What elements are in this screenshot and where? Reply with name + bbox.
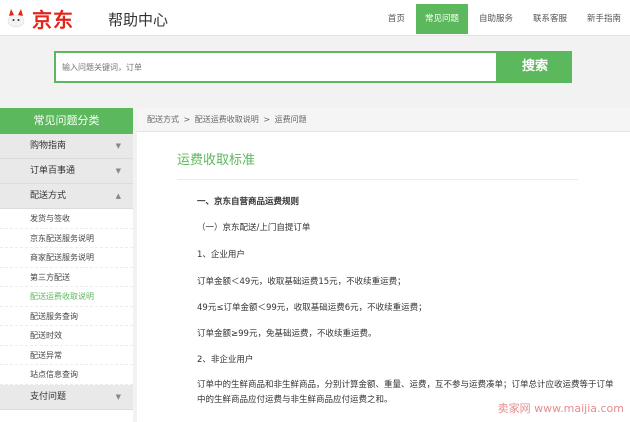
sidebar-item-delivery[interactable]: 配送方式 ▲ (0, 184, 133, 209)
article-paragraph: 49元≤订单金额＜99元，收取基础运费6元，不收续重运费； (197, 303, 427, 313)
sidebar-subitem-timing[interactable]: 配送时效 (0, 326, 133, 346)
nav-home[interactable]: 首页 (379, 4, 414, 34)
breadcrumb: 配送方式 > 配送运费收取说明 > 运费问题 (137, 108, 630, 132)
sidebar-subitem-service-query[interactable]: 配送服务查询 (0, 306, 133, 326)
search-input[interactable] (56, 53, 496, 81)
article-paragraph: 订单金额≥99元，免基础运费，不收续重运费。 (197, 329, 377, 339)
sidebar-subitem-exception[interactable]: 配送异常 (0, 345, 133, 365)
sidebar-subitem-third-party[interactable]: 第三方配送 (0, 267, 133, 287)
sidebar-item-label: 购物指南 (30, 141, 67, 151)
nav-guide[interactable]: 新手指南 (578, 4, 630, 34)
sidebar-item-payment[interactable]: 支付问题 ▼ (0, 384, 133, 410)
article-paragraph: 一、京东自营商品运费规则 (197, 197, 300, 207)
header: 京东 帮助中心 首页 常见问题 自助服务 联系客服 新手指南 (0, 0, 630, 36)
logo[interactable]: 京东 (4, 4, 74, 32)
article: 运费收取标准 (137, 149, 630, 180)
breadcrumb-link-freight[interactable]: 配送运费收取说明 (195, 115, 259, 124)
article-paragraph: 1、企业用户 (197, 250, 245, 260)
sidebar-heading: 常见问题分类 (0, 108, 133, 134)
sidebar-item-order[interactable]: 订单百事通 ▼ (0, 159, 133, 184)
sidebar-subitem-station[interactable]: 站点信息查询 (0, 365, 133, 385)
nav-faq[interactable]: 常见问题 (415, 4, 468, 34)
divider (177, 179, 578, 180)
sidebar-subitem-shipping[interactable]: 发货与签收 (0, 209, 133, 229)
sidebar: 常见问题分类 购物指南 ▼ 订单百事通 ▼ 配送方式 ▲ 发货与签收 京东配送服… (0, 108, 133, 422)
chevron-up-icon: ▲ (115, 192, 121, 200)
breadcrumb-link-delivery[interactable]: 配送方式 (147, 115, 179, 124)
chevron-down-icon: ▼ (115, 142, 121, 150)
breadcrumb-current: 运费问题 (274, 115, 307, 124)
nav-contact[interactable]: 联系客服 (524, 4, 576, 34)
main-content: 配送方式 > 配送运费收取说明 > 运费问题 运费收取标准 一、京东自营商品运费… (137, 108, 630, 422)
search-button[interactable]: 搜索 (498, 51, 572, 83)
sidebar-item-label: 支付问题 (30, 391, 67, 402)
nav-self-service[interactable]: 自助服务 (470, 4, 522, 34)
sidebar-subitem-freight[interactable]: 配送运费收取说明 (0, 287, 133, 307)
breadcrumb-separator: > (183, 115, 191, 124)
article-paragraph: （一）京东配送/上门自提订单 (197, 223, 311, 233)
chevron-down-icon: ▼ (115, 392, 121, 401)
search-band: 搜索 (0, 36, 630, 100)
sidebar-subitem-jd-delivery[interactable]: 京东配送服务说明 (0, 228, 133, 248)
page-title: 帮助中心 (108, 11, 169, 29)
top-nav: 首页 常见问题 自助服务 联系客服 新手指南 (377, 4, 630, 34)
article-title: 运费收取标准 (177, 153, 256, 168)
logo-text: 京东 (32, 7, 74, 32)
search-box (54, 51, 498, 83)
watermark: 卖家网 www.maijia.com (497, 402, 624, 415)
article-paragraph: 2、非企业用户 (197, 355, 254, 365)
chevron-down-icon: ▼ (115, 167, 121, 175)
breadcrumb-separator: > (263, 115, 271, 124)
sidebar-item-shopping-guide[interactable]: 购物指南 ▼ (0, 134, 133, 159)
sidebar-item-label: 订单百事通 (30, 166, 76, 176)
article-paragraph: 订单金额＜49元，收取基础运费15元，不收续重运费； (197, 277, 406, 287)
sidebar-item-label: 配送方式 (30, 191, 67, 201)
sidebar-subitem-merchant-delivery[interactable]: 商家配送服务说明 (0, 248, 133, 268)
jd-dog-logo-icon (7, 9, 25, 28)
